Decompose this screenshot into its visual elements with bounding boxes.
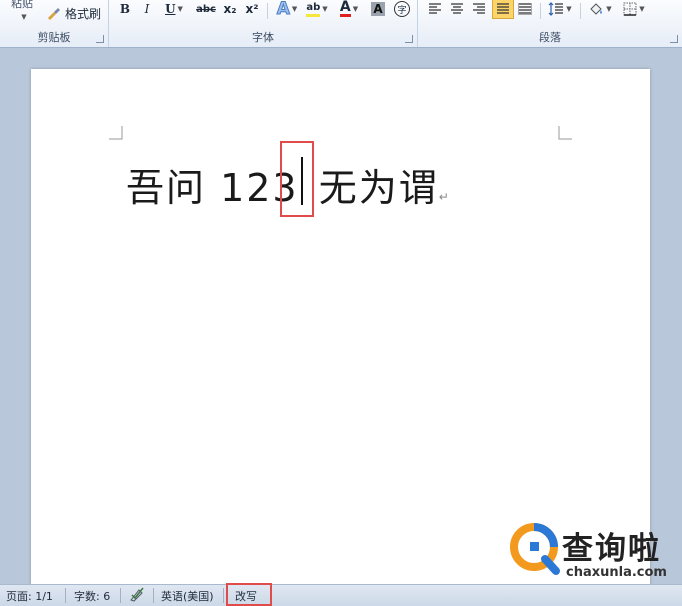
cursor-highlight-box (280, 141, 314, 217)
proofing-icon[interactable] (129, 586, 147, 605)
borders-icon (623, 2, 637, 16)
format-painter-button[interactable]: 格式刷 (46, 4, 106, 22)
paint-bucket-icon (590, 3, 603, 15)
strikethrough-label: abc (196, 3, 216, 15)
chevron-down-icon: ▼ (566, 5, 572, 13)
brush-icon (48, 8, 60, 20)
underline-button[interactable]: U ▼ (161, 0, 187, 18)
borders-button[interactable]: ▼ (620, 0, 648, 18)
strikethrough-button[interactable]: abc (195, 0, 217, 18)
justify-icon (497, 3, 509, 14)
watermark-title: 查询啦 (562, 531, 661, 567)
document-page[interactable]: 吾问 123 无为谓↵ (31, 69, 650, 599)
mode-highlight-box (226, 583, 272, 606)
paste-dropdown-button[interactable]: ▼ (16, 8, 30, 26)
subscript-button[interactable]: x₂ (221, 0, 239, 18)
text-effect-button[interactable]: A ▼ (273, 0, 301, 20)
italic-button[interactable]: I (139, 0, 155, 18)
search-logo-icon (510, 523, 560, 575)
distributed-button[interactable] (516, 0, 534, 18)
paragraph-group: ▼ ▼ ▼ 段落 (418, 0, 682, 47)
font-group: B I U ▼ abc x₂ x² A ▼ ab ▼ A ▼ A 字 字体 (109, 0, 418, 47)
separator (267, 3, 268, 19)
margin-corner-top-left (109, 126, 123, 140)
status-language[interactable]: 英语(美国) (161, 588, 214, 604)
paragraph-dialog-launcher[interactable] (670, 35, 678, 43)
clipboard-dialog-launcher[interactable] (96, 35, 104, 43)
bold-label: B (119, 2, 131, 16)
align-right-icon (473, 3, 485, 14)
underline-label: U (165, 2, 176, 16)
align-right-button[interactable] (470, 0, 488, 18)
separator (65, 588, 66, 603)
text-after-caret: 无为谓 (318, 166, 439, 210)
shading-button[interactable]: ▼ (586, 0, 614, 18)
watermark-logo: 查询啦 chaxunla.com (510, 521, 682, 583)
font-dialog-launcher[interactable] (405, 35, 413, 43)
superscript-button[interactable]: x² (243, 0, 261, 18)
status-bar: 页面: 1/1 字数: 6 英语(美国) 改写 (0, 583, 682, 606)
chevron-down-icon: ▼ (291, 5, 298, 13)
justify-button[interactable] (492, 0, 514, 19)
separator (580, 3, 581, 19)
enclose-char-button[interactable]: 字 (393, 0, 411, 18)
chevron-down-icon: ▼ (606, 5, 612, 13)
subscript-label: x₂ (223, 2, 237, 16)
separator (120, 588, 121, 603)
paragraph-mark: ↵ (438, 190, 449, 204)
format-painter-label: 格式刷 (65, 6, 102, 21)
separator (223, 588, 224, 603)
char-shading-label: A (371, 2, 385, 16)
status-page[interactable]: 页面: 1/1 (6, 588, 53, 604)
chevron-down-icon: ▼ (177, 5, 183, 13)
chevron-down-icon: ▼ (322, 5, 328, 13)
italic-label: I (144, 2, 150, 16)
align-left-icon (429, 3, 441, 14)
chevron-down-icon: ▼ (639, 5, 645, 13)
line-spacing-button[interactable]: ▼ (546, 0, 574, 18)
document-area[interactable]: 吾问 123 无为谓↵ 查询啦 chaxunla.com (0, 48, 682, 599)
margin-corner-top-right (558, 126, 572, 140)
highlighter-icon: ab (306, 1, 321, 17)
status-word-count[interactable]: 字数: 6 (74, 588, 110, 604)
watermark-url: chaxunla.com (566, 565, 667, 580)
highlight-color-button[interactable]: ab ▼ (303, 0, 331, 18)
superscript-label: x² (245, 2, 259, 16)
font-color-label: A (339, 0, 351, 17)
clipboard-group-label: 剪贴板 (37, 31, 71, 44)
distributed-icon (518, 3, 532, 15)
ribbon: 粘贴 ▼ 格式刷 剪贴板 B I U ▼ abc x₂ x² A ▼ ab ▼ … (0, 0, 682, 48)
font-group-label: 字体 (252, 31, 274, 44)
align-left-button[interactable] (426, 0, 444, 18)
chevron-down-icon: ▼ (352, 5, 359, 13)
chevron-down-icon: ▼ (21, 13, 27, 21)
enclose-char-label: 字 (394, 1, 410, 17)
separator (153, 588, 154, 603)
text-effect-label: A (276, 0, 290, 20)
bold-button[interactable]: B (117, 0, 133, 18)
line-spacing-icon (548, 2, 564, 16)
align-center-icon (451, 3, 463, 14)
highlight-label: ab (306, 1, 321, 13)
font-color-button[interactable]: A ▼ (335, 0, 363, 18)
char-shading-button[interactable]: A (369, 0, 387, 18)
paragraph-group-label: 段落 (539, 31, 561, 44)
clipboard-group: 粘贴 ▼ 格式刷 剪贴板 (0, 0, 109, 47)
align-center-button[interactable] (448, 0, 466, 18)
separator (540, 3, 541, 19)
